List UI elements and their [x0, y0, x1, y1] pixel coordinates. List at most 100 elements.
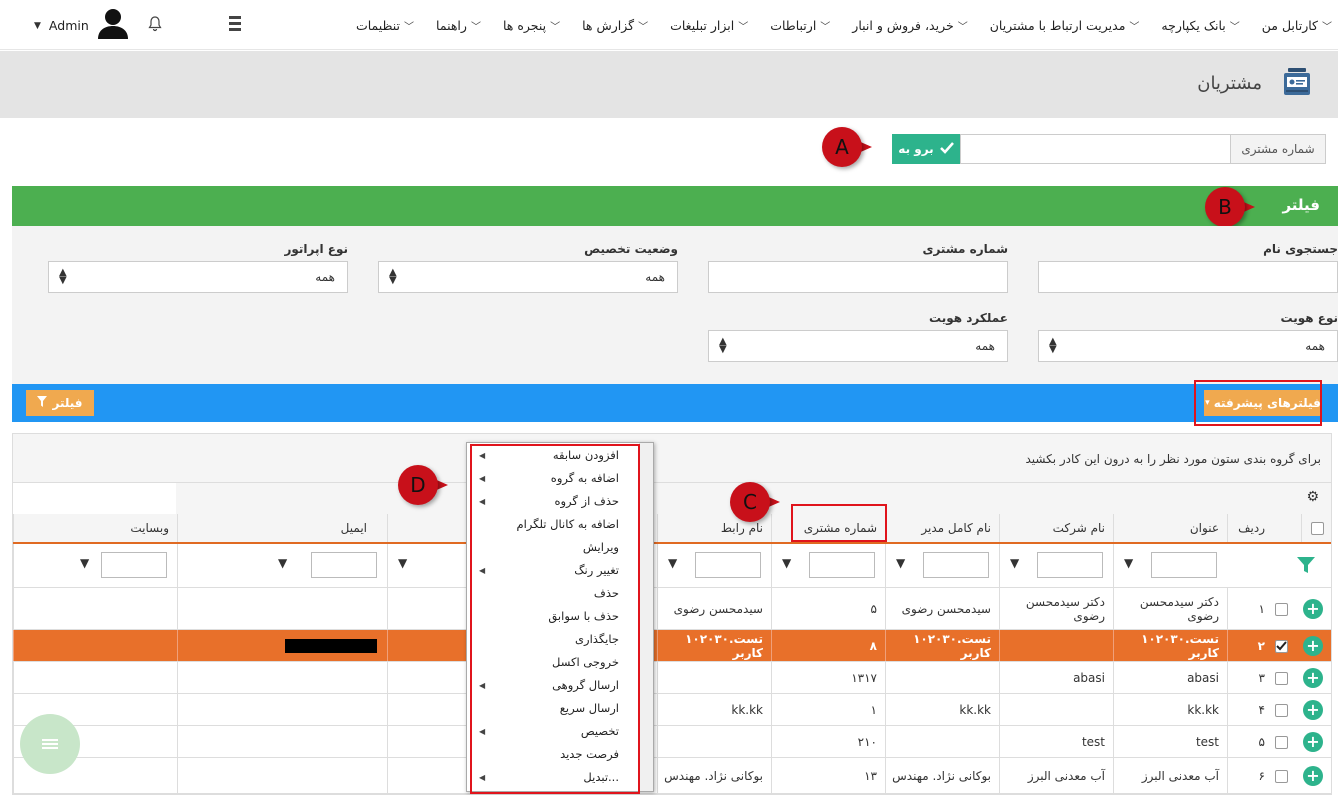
select-all-checkbox[interactable]	[1311, 521, 1324, 535]
identity-function-select[interactable]: همه ▲ ▼	[708, 330, 1008, 362]
filter-name-search: جستجوی نام	[1038, 242, 1338, 293]
filter-button[interactable]: فیلتر	[26, 390, 94, 416]
go-button[interactable]: برو به	[892, 134, 960, 164]
name-search-input[interactable]	[1038, 261, 1338, 293]
bell-icon[interactable]	[148, 16, 162, 35]
field-label: عملکرد هویت	[929, 311, 1008, 325]
funnel-icon[interactable]: ▼	[1124, 556, 1133, 570]
highlight-frame	[791, 504, 887, 542]
expand-row-icon[interactable]: +	[1303, 700, 1323, 720]
funnel-icon[interactable]: ▼	[668, 556, 677, 570]
menu-item-communications[interactable]: ارتباطات ﹀	[770, 18, 830, 33]
row-checkbox[interactable]	[1275, 639, 1288, 653]
column-filter-input[interactable]	[809, 552, 875, 578]
cell-manager: ۱۰۲۰۳۰.تست کاربر	[885, 630, 999, 661]
table-row[interactable]: +۳ abasi abasi ۱۳۱۷	[13, 662, 1331, 694]
column-filter-input[interactable]	[1151, 552, 1217, 578]
funnel-icon[interactable]: ▼	[398, 556, 407, 570]
menu-item-crm[interactable]: مدیریت ارتباط با مشتریان ﹀	[990, 18, 1140, 33]
allocation-status-select[interactable]: همه ▲ ▼	[378, 261, 678, 293]
funnel-icon[interactable]	[1297, 556, 1315, 577]
row-checkbox[interactable]	[1275, 735, 1288, 749]
funnel-icon[interactable]: ▼	[896, 556, 905, 570]
chevron-down-icon: ﹀	[1229, 21, 1240, 33]
cell-empty	[13, 662, 177, 693]
expand-row-icon[interactable]: +	[1303, 732, 1323, 752]
table-row[interactable]: +۲ ۱۰۲۰۳۰.تست کاربر ۱۰۲۰۳۰.تست کاربر ۸ ۱۰۲۰۳…	[13, 630, 1331, 662]
row-checkbox[interactable]	[1275, 703, 1288, 717]
expand-row-icon[interactable]: +	[1303, 636, 1323, 656]
callout-label: D	[410, 473, 426, 497]
filter-cell-contact: ▼	[657, 544, 771, 588]
expand-row-icon[interactable]: +	[1303, 766, 1323, 786]
expand-row-icon[interactable]: +	[1303, 599, 1323, 619]
funnel-icon[interactable]: ▼	[782, 556, 791, 570]
sort-arrows-icon: ▲ ▼	[719, 336, 727, 355]
cell-empty	[177, 694, 387, 725]
cell-manager	[885, 662, 999, 693]
menu-label: کارتابل من	[1261, 17, 1318, 33]
floating-menu-button[interactable]	[20, 714, 80, 774]
cell-contact: ۱۰۲۰۳۰.تست کاربر	[657, 630, 771, 661]
expand-row-icon[interactable]: +	[1303, 668, 1323, 688]
menu-item-integrated-bank[interactable]: بانک یکپارچه ﹀	[1161, 18, 1239, 33]
col-header-row-number[interactable]: ردیف	[1227, 514, 1273, 542]
table-row[interactable]: +۶ آب معدنی البرز آب معدنی البرز بوکانی نژا…	[13, 758, 1331, 794]
customer-number-filter-input[interactable]	[708, 261, 1008, 293]
page-header: مشتریان	[0, 51, 1338, 118]
row-checkbox[interactable]	[1275, 671, 1288, 685]
table-row[interactable]: +۵ test test ۲۱۰	[13, 726, 1331, 758]
col-header-manager[interactable]: نام کامل مدیر	[885, 514, 999, 542]
field-label: وضعیت تخصیص	[584, 242, 678, 256]
cell-empty	[177, 726, 387, 757]
cell-empty	[177, 588, 387, 629]
column-filter-input[interactable]	[101, 552, 167, 578]
context-menu-scrollbar[interactable]	[639, 443, 653, 791]
chevron-down-icon: ﹀	[738, 21, 749, 33]
filter-header-bar[interactable]: فیلتر	[12, 186, 1338, 226]
table-row[interactable]: +۱ دکتر سیدمحسن رضوی دکتر سیدمحسن رضوی سیدم…	[13, 588, 1331, 630]
filter-identity-type: نوع هویت همه ▲ ▼	[1038, 311, 1338, 362]
grid-toolbar: ▾ فیلترهای پیشرفته فیلتر	[12, 384, 1338, 422]
identity-type-select[interactable]: همه ▲ ▼	[1038, 330, 1338, 362]
field-label: شماره مشتری	[922, 242, 1008, 256]
menu-item-sales[interactable]: خرید، فروش و انبار ﹀	[852, 18, 967, 33]
column-filter-input[interactable]	[695, 552, 761, 578]
top-navbar: کارتابل من ﹀ بانک یکپارچه ﹀ مدیریت ارتباط …	[0, 0, 1338, 50]
row-checkbox[interactable]	[1275, 602, 1288, 616]
cell-contact	[657, 662, 771, 693]
funnel-icon[interactable]: ▼	[1010, 556, 1019, 570]
filter-cell-number: ▼	[771, 544, 885, 588]
col-header-company[interactable]: نام شرکت	[999, 514, 1113, 542]
gear-icon[interactable]: ⚙	[1306, 489, 1319, 505]
menu-item-windows[interactable]: پنجره ها ﹀	[503, 18, 560, 33]
menu-item-reports[interactable]: گزارش ها ﹀	[582, 18, 648, 33]
column-filter-input[interactable]	[311, 552, 377, 578]
funnel-icon[interactable]: ▼	[278, 556, 287, 570]
menu-item-ads[interactable]: ابزار تبلیغات ﹀	[670, 18, 748, 33]
col-header-title[interactable]: عنوان	[1113, 514, 1227, 542]
filter-cell-title: ▼	[1113, 544, 1227, 588]
goto-customer-row: شماره مشتری برو به	[892, 134, 1326, 164]
cell-contact	[657, 726, 771, 757]
callout-label: A	[835, 135, 849, 159]
column-filter-input[interactable]	[923, 552, 989, 578]
filter-operator-type: نوع اپراتور همه ▲ ▼	[48, 242, 348, 293]
customer-number-input[interactable]	[960, 134, 1230, 164]
table-row[interactable]: +۴ kk.kk kk.kk ۱ kk.kk	[13, 694, 1331, 726]
col-header-email[interactable]: ایمیل	[177, 514, 387, 542]
group-drop-zone[interactable]: برای گروه بندی ستون مورد نظر را به درون …	[13, 434, 1331, 483]
select-all-cell	[1301, 514, 1331, 542]
funnel-icon[interactable]: ▼	[80, 556, 89, 570]
menu-item-kartabl[interactable]: کارتابل من ﹀	[1262, 18, 1332, 33]
col-header-website[interactable]: وبسایت	[13, 514, 177, 542]
column-filter-input[interactable]	[1037, 552, 1103, 578]
user-menu[interactable]: ▼ Admin	[34, 8, 129, 43]
hamburger-icon[interactable]	[229, 16, 241, 32]
menu-item-settings[interactable]: تنظیمات ﹀	[356, 18, 414, 33]
row-checkbox[interactable]	[1275, 769, 1288, 783]
filter-allocation-status: وضعیت تخصیص همه ▲ ▼	[378, 242, 678, 293]
cell-number: ۲۱۰	[771, 726, 885, 757]
operator-type-select[interactable]: همه ▲ ▼	[48, 261, 348, 293]
menu-item-help[interactable]: راهنما ﹀	[436, 18, 481, 33]
